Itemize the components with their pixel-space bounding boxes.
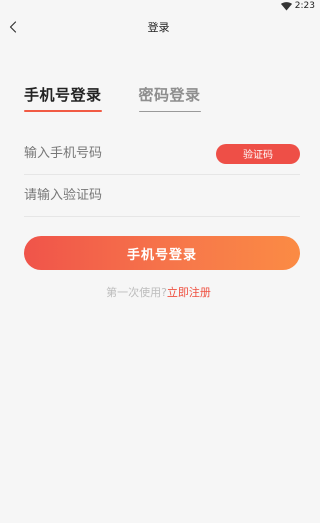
header: 登录 (0, 14, 317, 40)
code-row (24, 175, 300, 217)
tab-password-login[interactable]: 密码登录 (138, 84, 201, 112)
phone-row: 验证码 (24, 133, 300, 175)
tab-indicator (138, 110, 201, 112)
status-bar: 2:23 (0, 0, 317, 12)
tab-label: 手机号登录 (24, 86, 102, 104)
register-line: 第一次使用?立即注册 (0, 284, 317, 300)
tab-phone-login[interactable]: 手机号登录 (24, 84, 102, 112)
wifi-icon (280, 1, 292, 10)
verification-code-input[interactable] (24, 188, 300, 203)
chevron-left-icon[interactable] (6, 17, 20, 37)
phone-login-button[interactable]: 手机号登录 (24, 236, 300, 270)
register-prompt: 第一次使用? (106, 286, 167, 299)
register-link[interactable]: 立即注册 (167, 286, 211, 299)
tab-label: 密码登录 (138, 86, 201, 104)
tab-indicator (24, 110, 102, 112)
status-time: 2:23 (294, 1, 315, 11)
phone-input[interactable] (24, 146, 216, 161)
login-screen: 2:23 登录 手机号登录 密码登录 验证码 手机号登录 第一次使用?立即注册 (0, 0, 317, 523)
get-code-button[interactable]: 验证码 (216, 143, 300, 164)
login-tabs: 手机号登录 密码登录 (24, 84, 201, 112)
page-title: 登录 (147, 21, 170, 34)
